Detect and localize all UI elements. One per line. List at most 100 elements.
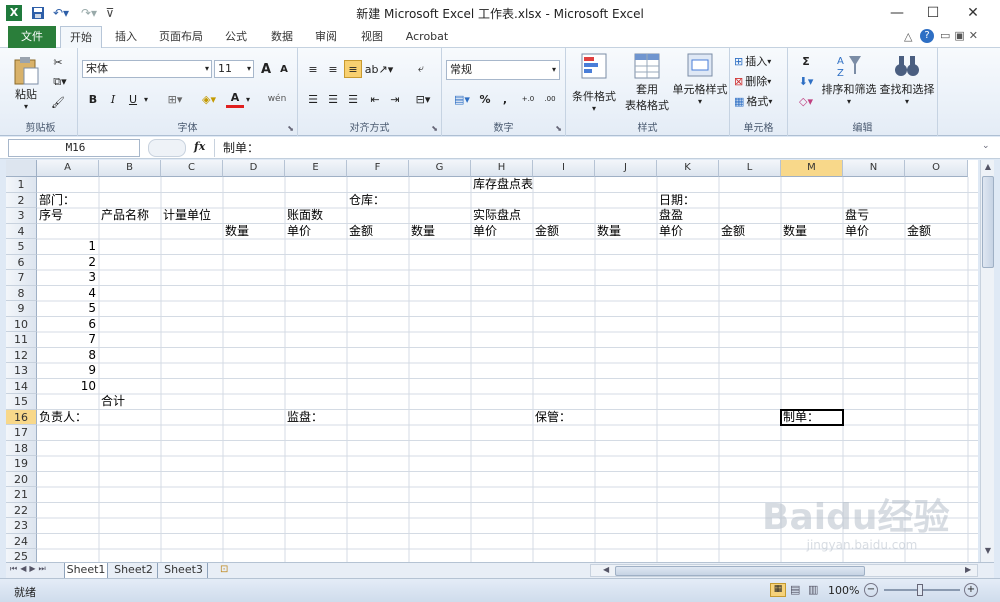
expand-formula-icon[interactable]: ⌄ [982, 141, 990, 151]
tab-acrobat[interactable]: Acrobat [400, 26, 454, 48]
cell-a10[interactable]: 6 [37, 317, 99, 333]
cell-e4[interactable]: 单价 [285, 224, 311, 240]
row-header-18[interactable]: 18 [6, 440, 37, 456]
cell-styles-button[interactable]: 单元格样式 ▾ [672, 52, 728, 114]
comma-button[interactable]: , [498, 90, 512, 108]
cell-e16[interactable]: 监盘： [285, 410, 323, 426]
column-header-k[interactable]: K [657, 160, 719, 177]
wrap-text-icon[interactable]: ⤶ [412, 60, 430, 78]
tab-view[interactable]: 视图 [352, 26, 392, 48]
row-header-15[interactable]: 15 [6, 394, 37, 410]
insert-sheet-icon[interactable]: ⊡ [220, 564, 228, 575]
tab-file[interactable]: 文件 [8, 26, 56, 48]
column-header-m[interactable]: M [781, 160, 843, 177]
row-header-7[interactable]: 7 [6, 270, 37, 286]
scroll-right-arrow[interactable]: ▶ [965, 565, 971, 574]
row-header-10[interactable]: 10 [6, 316, 37, 332]
column-header-g[interactable]: G [409, 160, 471, 177]
cell-k4[interactable]: 单价 [657, 224, 683, 240]
scroll-down-arrow[interactable]: ▼ [982, 546, 994, 558]
normal-view-icon[interactable]: ▦ [770, 583, 786, 597]
column-header-i[interactable]: I [533, 160, 595, 177]
name-box[interactable]: M16 [8, 139, 140, 157]
cell-a11[interactable]: 7 [37, 332, 99, 348]
row-header-25[interactable]: 25 [6, 549, 37, 562]
align-center-icon[interactable]: ☰ [324, 90, 342, 108]
grow-font-button[interactable]: A [258, 60, 274, 78]
fill-color-icon[interactable]: ◈▾ [196, 90, 222, 108]
tab-review[interactable]: 审阅 [306, 26, 346, 48]
page-break-view-icon[interactable]: ▥ [808, 583, 818, 596]
cell-a9[interactable]: 5 [37, 301, 99, 317]
row-header-11[interactable]: 11 [6, 332, 37, 348]
select-all-corner[interactable] [6, 160, 37, 177]
cell-a6[interactable]: 2 [37, 255, 99, 271]
row-header-5[interactable]: 5 [6, 239, 37, 255]
cell-j4[interactable]: 数量 [595, 224, 621, 240]
row-header-2[interactable]: 2 [6, 192, 37, 208]
cell-c3[interactable]: 计量单位 [161, 208, 211, 224]
font-color-button[interactable]: A [226, 90, 244, 108]
cell-a8[interactable]: 4 [37, 286, 99, 302]
row-header-1[interactable]: 1 [6, 177, 37, 193]
cell-a2[interactable]: 部门： [37, 193, 75, 209]
scroll-up-arrow[interactable]: ▲ [982, 162, 994, 174]
cell-e3[interactable]: 账面数 [285, 208, 323, 224]
row-header-6[interactable]: 6 [6, 254, 37, 270]
worksheet-grid[interactable]: ABCDEFGHIJKLMNO 1 2 3 4 5 6 7 8 9 10 11 12 13 14 15 16 1… [6, 160, 978, 562]
cell-h3[interactable]: 实际盘点 [471, 208, 521, 224]
copy-icon[interactable]: ⧉▾ [50, 74, 70, 90]
active-cell-border[interactable] [780, 408, 844, 426]
decrease-indent-icon[interactable]: ⇤ [366, 90, 384, 108]
formula-input[interactable]: 制单： [214, 139, 978, 157]
cut-icon[interactable]: ✂ [50, 54, 66, 70]
font-dialog-launcher-icon[interactable]: ⬊ [287, 124, 294, 133]
font-size-select[interactable]: 11 ▾ [214, 60, 254, 78]
column-header-d[interactable]: D [223, 160, 285, 177]
cell-o4[interactable]: 金额 [905, 224, 931, 240]
fill-icon[interactable]: ⬇▾ [794, 72, 818, 90]
cell-g4[interactable]: 数量 [409, 224, 435, 240]
align-middle-icon[interactable]: ≡ [324, 60, 342, 78]
conditional-format-button[interactable]: 条件格式 ▾ [568, 52, 620, 114]
find-select-button[interactable]: 查找和选择 ▾ [878, 52, 936, 114]
format-cells-button[interactable]: ▦ 格式 ▾ [734, 92, 786, 110]
bold-button[interactable]: B [84, 90, 102, 108]
tab-data[interactable]: 数据 [262, 26, 302, 48]
minimize-button[interactable]: — [880, 0, 914, 26]
italic-button[interactable]: I [104, 90, 122, 108]
cell-a5[interactable]: 1 [37, 239, 99, 255]
percent-button[interactable]: % [478, 90, 492, 108]
zoom-in-button[interactable]: + [964, 583, 978, 597]
cell-k2[interactable]: 日期： [657, 193, 695, 209]
align-top-icon[interactable]: ≡ [304, 60, 322, 78]
page-layout-view-icon[interactable]: ▤ [790, 583, 800, 596]
row-header-22[interactable]: 22 [6, 502, 37, 518]
row-header-12[interactable]: 12 [6, 347, 37, 363]
cell-a14[interactable]: 10 [37, 379, 99, 395]
minimize-ribbon-icon[interactable]: △ [904, 30, 912, 43]
decrease-decimal-button[interactable]: .00 [540, 90, 560, 108]
format-as-table-button[interactable]: 套用 表格格式 [622, 52, 672, 114]
cell-f4[interactable]: 金额 [347, 224, 373, 240]
font-color-dropdown-icon[interactable]: ▾ [244, 90, 252, 108]
zoom-slider-thumb[interactable] [917, 584, 923, 596]
cell-i16[interactable]: 保管： [533, 410, 571, 426]
vertical-scroll-thumb[interactable] [982, 176, 994, 268]
close-button[interactable]: ✕ [956, 0, 990, 26]
font-name-select[interactable]: 宋体 ▾ [82, 60, 212, 78]
row-header-9[interactable]: 9 [6, 301, 37, 317]
row-header-14[interactable]: 14 [6, 378, 37, 394]
shrink-font-button[interactable]: A [276, 60, 292, 78]
column-header-n[interactable]: N [843, 160, 905, 177]
merge-center-icon[interactable]: ⊟▾ [410, 90, 436, 108]
align-left-icon[interactable]: ☰ [304, 90, 322, 108]
zoom-out-button[interactable]: − [864, 583, 878, 597]
sheet-tab-sheet1[interactable]: Sheet1 [64, 563, 108, 578]
increase-indent-icon[interactable]: ⇥ [386, 90, 404, 108]
orientation-icon[interactable]: ab↗▾ [365, 60, 393, 78]
insert-cells-button[interactable]: ⊞ 插入 ▾ [734, 52, 786, 70]
tab-formulas[interactable]: 公式 [216, 26, 256, 48]
row-header-17[interactable]: 17 [6, 425, 37, 441]
workbook-window-controls[interactable]: ▭▣✕ [940, 29, 982, 42]
